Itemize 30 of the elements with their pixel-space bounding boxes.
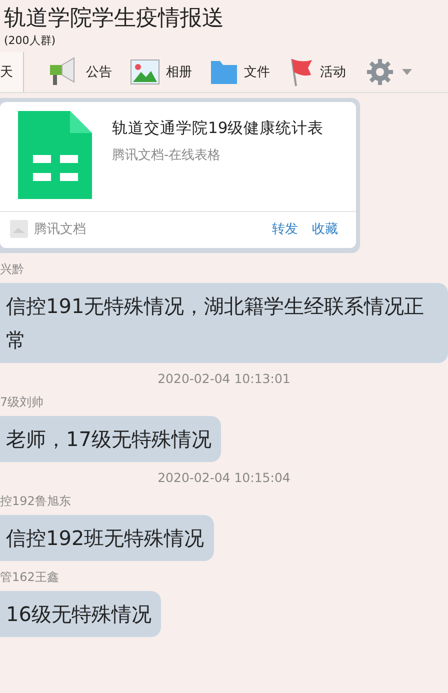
app-icon bbox=[10, 220, 28, 238]
message-bubble: 老师，17级无特殊情况 bbox=[0, 416, 222, 462]
sender-name: 管162王鑫 bbox=[0, 569, 59, 586]
tab[interactable]: 活动 bbox=[284, 52, 356, 92]
card-action-link[interactable]: 收藏 bbox=[312, 220, 338, 238]
timestamp: 2020-02-04 10:13:01 bbox=[158, 371, 290, 386]
message-bubble: 16级无特殊情况 bbox=[0, 591, 162, 637]
tab[interactable]: 天 bbox=[0, 52, 24, 92]
source-label: 腾讯文档 bbox=[34, 221, 87, 238]
document-title: 轨道交通学院19级健康统计表 bbox=[112, 118, 325, 139]
tab[interactable]: 相册 bbox=[126, 52, 202, 92]
sender-name: 7级刘帅 bbox=[0, 394, 44, 411]
settings-icon[interactable] bbox=[366, 58, 394, 86]
document-card[interactable]: 轨道交通学院19级健康统计表 腾讯文档-在线表格 腾讯文档 转发 收藏 bbox=[0, 102, 356, 248]
card-action-link[interactable]: 转发 bbox=[272, 220, 298, 238]
sender-name: 兴黔 bbox=[0, 261, 24, 278]
tab[interactable]: 文件 bbox=[206, 52, 280, 92]
document-type: 腾讯文档-在线表格 bbox=[112, 147, 222, 164]
member-count: (200人群) bbox=[4, 34, 57, 48]
flag-icon bbox=[288, 57, 314, 87]
caret-icon[interactable] bbox=[402, 69, 412, 75]
folder-icon bbox=[210, 59, 238, 85]
group-title: 轨道学院学生疫情报送 bbox=[4, 5, 225, 33]
image-icon bbox=[130, 59, 160, 85]
spreadsheet-icon bbox=[18, 111, 92, 199]
timestamp: 2020-02-04 10:15:04 bbox=[158, 470, 290, 485]
message-bubble: 信控191无特殊情况，湖北籍学生经联系情况正常 bbox=[0, 283, 448, 363]
sender-name: 控192鲁旭东 bbox=[0, 493, 71, 510]
message-bubble: 信控192班无特殊情况 bbox=[0, 515, 214, 561]
tab[interactable]: 公告 bbox=[44, 52, 122, 92]
